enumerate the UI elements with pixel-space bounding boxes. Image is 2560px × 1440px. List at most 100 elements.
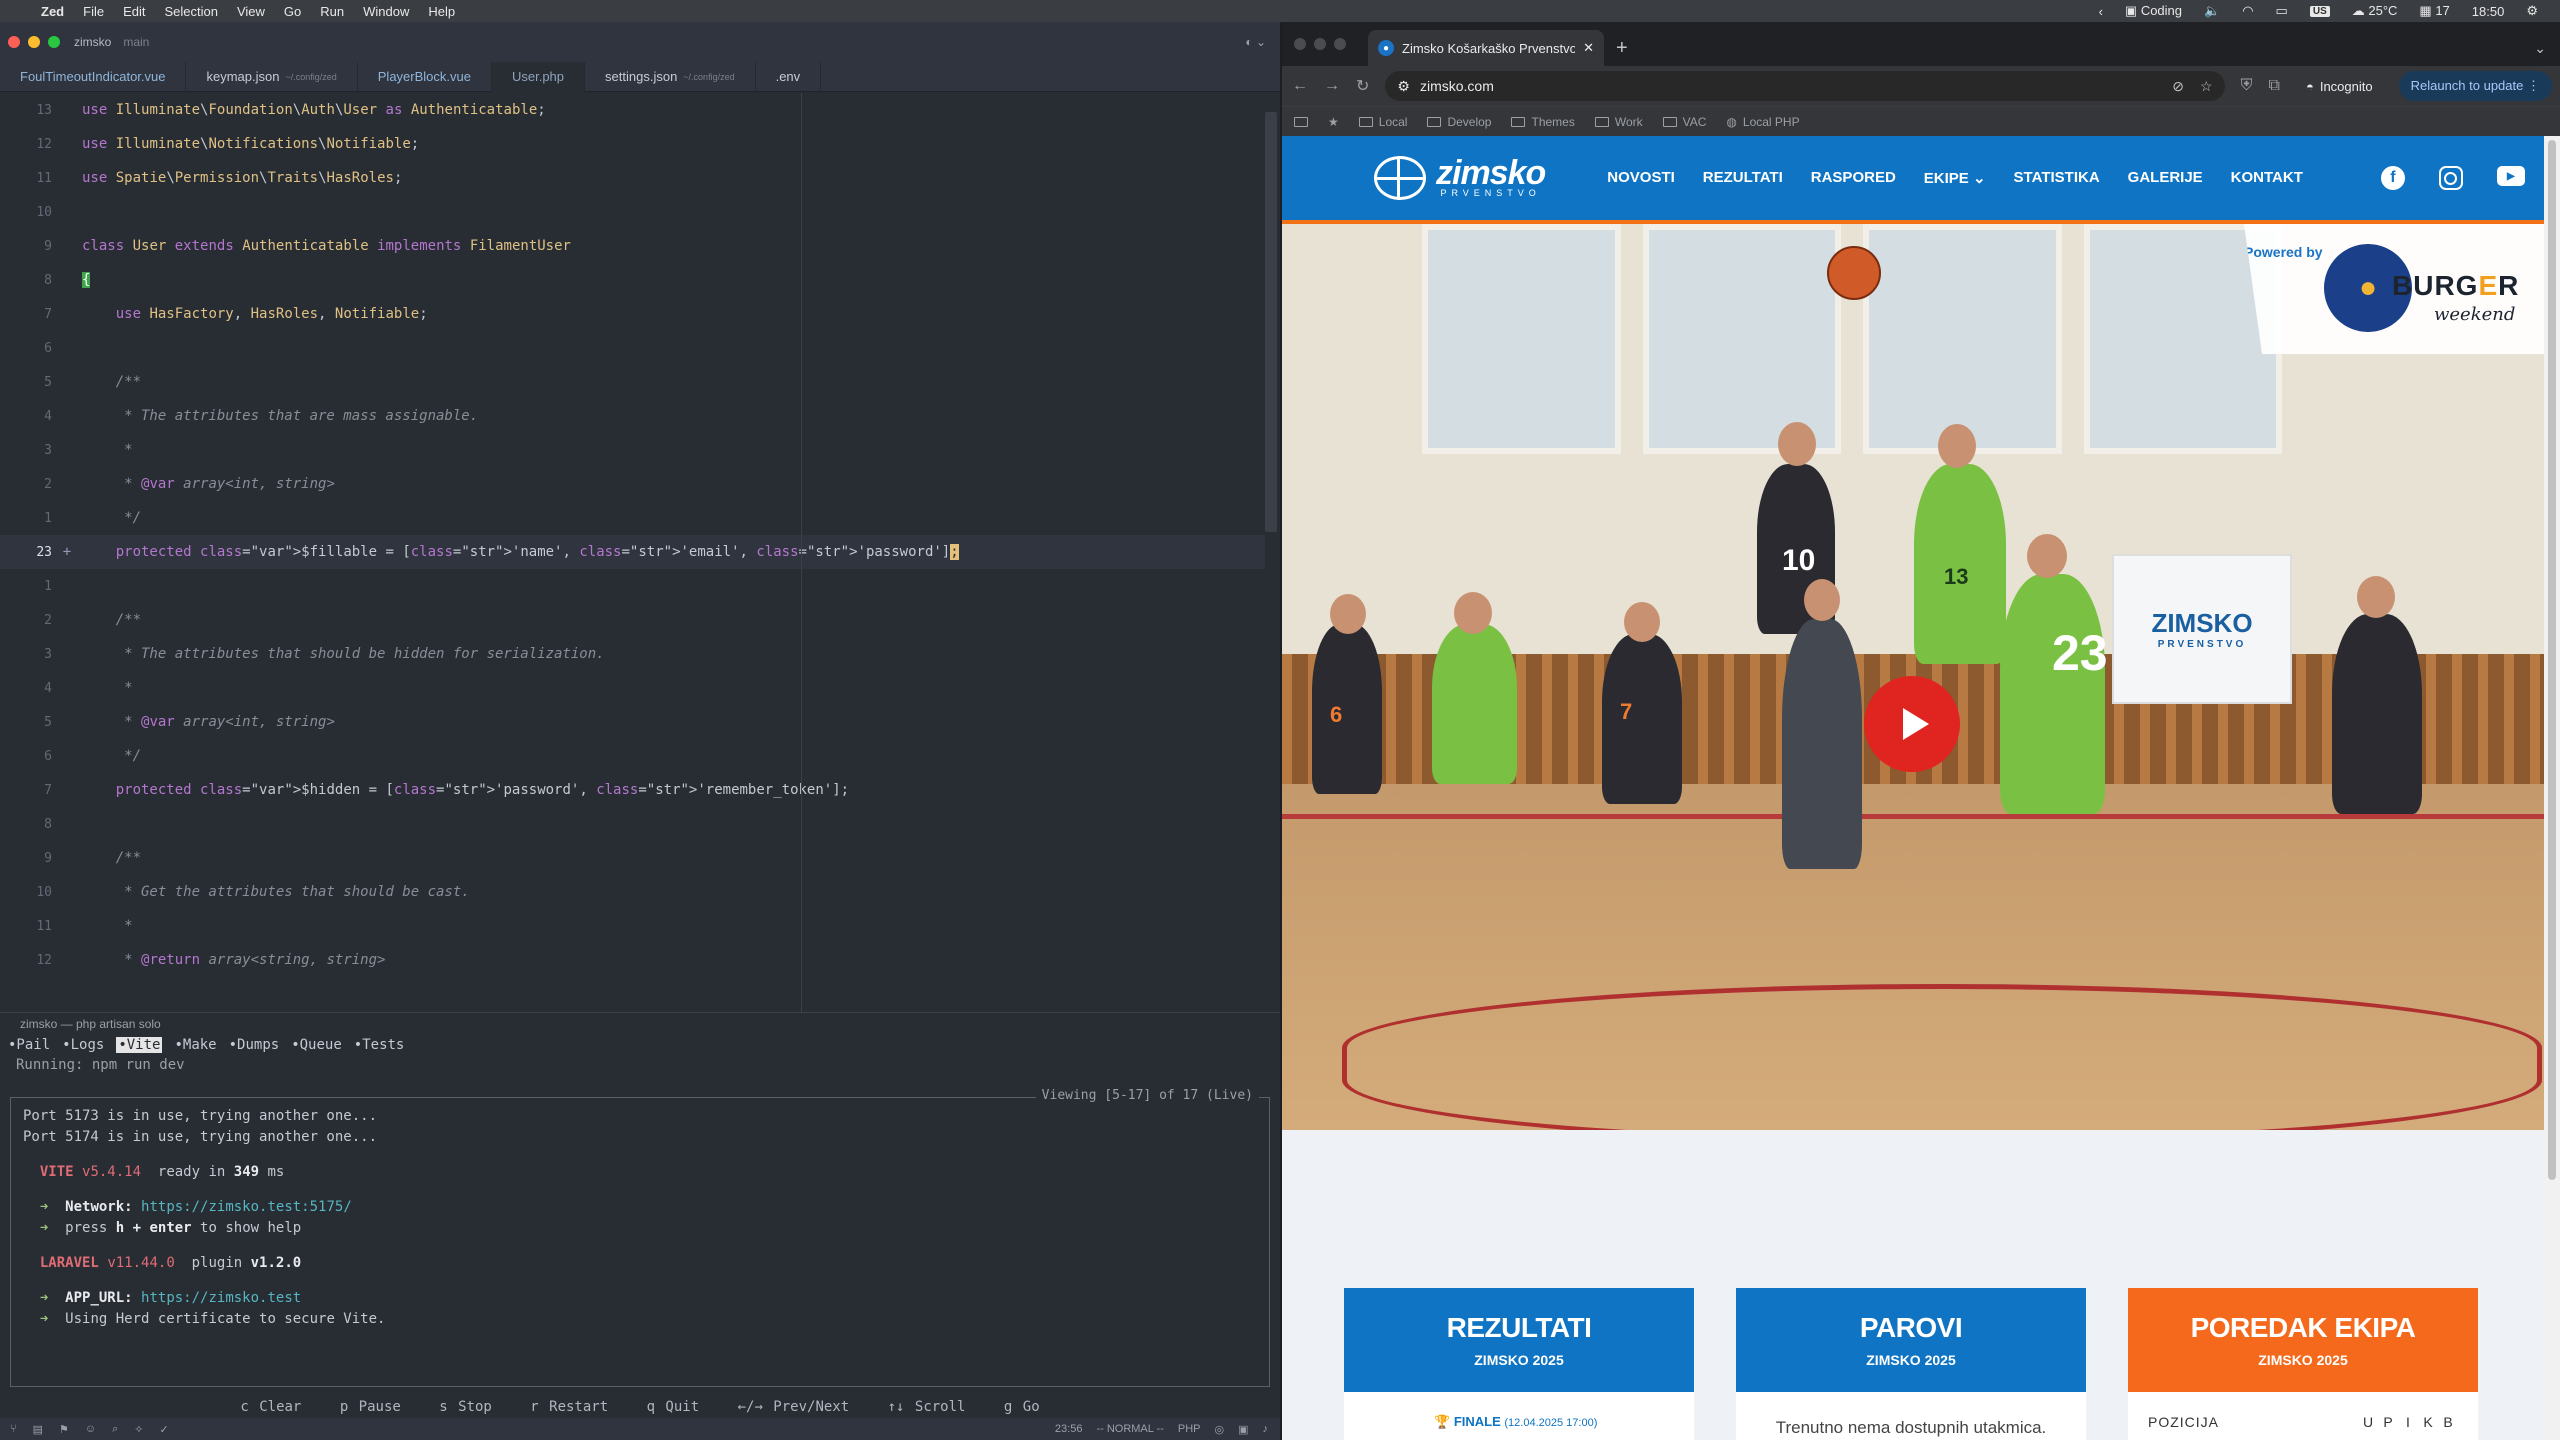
code-line[interactable]: 8 [0, 807, 1265, 841]
solo-tab-pail[interactable]: •Pail [8, 1037, 50, 1053]
final-match[interactable]: 🏆 FINALE (12.04.2025 17:00) [1364, 1414, 1674, 1430]
instagram-icon[interactable] [2438, 166, 2463, 190]
bookmark-develop[interactable]: Develop [1427, 115, 1491, 129]
solo-tab-dumps[interactable]: •Dumps [229, 1037, 280, 1053]
address-bar[interactable]: ⚙ zimsko.com ⊘ ☆ [1385, 71, 2225, 101]
tab-keymap[interactable]: keymap.json ~/.config/zed [186, 61, 358, 92]
line-number[interactable]: 8 [0, 817, 52, 832]
code-line[interactable]: 5 * @var array<int, string> [0, 705, 1265, 739]
code-line[interactable]: 11 * [0, 909, 1265, 943]
line-number[interactable]: 1 [0, 579, 52, 594]
tab-search-icon[interactable]: ⌄ [2534, 30, 2546, 66]
bookmark-vac[interactable]: VAC [1662, 115, 1706, 129]
line-number[interactable]: 6 [0, 749, 52, 764]
code-line[interactable]: 8{ [0, 263, 1265, 297]
close-window-button[interactable] [1294, 38, 1306, 50]
focus-mode-status[interactable]: ▣ Coding [2125, 3, 2182, 19]
volume-icon[interactable]: 🔈 [2204, 3, 2220, 19]
menu-edit[interactable]: Edit [123, 4, 145, 19]
line-number[interactable]: 1 [0, 511, 52, 526]
line-number[interactable]: 9 [0, 239, 52, 254]
cursor-position[interactable]: 23:56 [1055, 1423, 1083, 1435]
battery-icon[interactable]: ▭ [2276, 3, 2288, 19]
bookmark-star-icon[interactable]: ☆ [2200, 78, 2213, 95]
calendar-status[interactable]: ▦ 17 [2419, 3, 2449, 19]
input-source-badge[interactable]: US [2309, 5, 2330, 17]
site-info-icon[interactable]: ⚙ [1397, 78, 1410, 95]
language-selector[interactable]: PHP [1178, 1423, 1201, 1435]
code-line[interactable]: 4 * [0, 671, 1265, 705]
nav-rezultati[interactable]: REZULTATI [1703, 169, 1783, 187]
nav-novosti[interactable]: NOVOSTI [1607, 169, 1675, 187]
card-rezultati[interactable]: REZULTATI ZIMSKO 2025 🏆 FINALE (12.04.20… [1344, 1288, 1694, 1440]
nav-galerije[interactable]: GALERIJE [2128, 169, 2203, 187]
code-line[interactable]: 3 * [0, 433, 1265, 467]
appurl-link[interactable]: https://zimsko.test [141, 1290, 301, 1306]
play-video-button[interactable] [1864, 676, 1960, 772]
network-url[interactable]: https://zimsko.test:5175/ [141, 1199, 352, 1215]
star-icon[interactable]: ★ [1328, 115, 1339, 129]
bookmark-themes[interactable]: Themes [1511, 115, 1575, 129]
line-number[interactable]: 9 [0, 851, 52, 866]
code-line[interactable]: 1 [0, 569, 1265, 603]
minimize-window-button[interactable] [1314, 38, 1326, 50]
hotkey-pause[interactable]: p Pause [340, 1399, 401, 1415]
line-number[interactable]: 11 [0, 171, 52, 186]
bookmark-work[interactable]: Work [1594, 115, 1643, 129]
menu-window[interactable]: Window [363, 4, 409, 19]
code-line[interactable]: 10 * Get the attributes that should be c… [0, 875, 1265, 909]
code-line[interactable]: 12 * @return array<string, string> [0, 943, 1265, 977]
hotkey-stop[interactable]: s Stop [439, 1399, 492, 1415]
zoom-window-button[interactable] [1334, 38, 1346, 50]
copilot-icon[interactable]: ◎ [1214, 1423, 1224, 1436]
browser-tab[interactable]: ● Zimsko Košarkaško Prvenstvo ✕ [1368, 30, 1604, 66]
chevron-left-icon[interactable]: ‹ [2099, 4, 2103, 19]
relaunch-button[interactable]: Relaunch to update ⋮ [2398, 71, 2552, 101]
user-avatar-icon[interactable]: ◐ ⌄ [1245, 35, 1266, 49]
code-line[interactable]: 9 /** [0, 841, 1265, 875]
nav-raspored[interactable]: RASPORED [1811, 169, 1896, 187]
hotkey-clear[interactable]: c Clear [240, 1399, 301, 1415]
line-number[interactable]: 10 [0, 205, 52, 220]
code-line[interactable]: 11 use Spatie\Permission\Traits\HasRoles; [0, 161, 1265, 195]
code-line[interactable]: 3 * The attributes that should be hidden… [0, 637, 1265, 671]
code-line[interactable]: 1 */ [0, 501, 1265, 535]
clock[interactable]: 18:50 [2472, 4, 2505, 19]
tab-settings[interactable]: settings.json ~/.config/zed [585, 61, 756, 92]
line-number[interactable]: 8 [0, 273, 52, 288]
line-number[interactable]: 3 [0, 647, 52, 662]
assistant-icon[interactable]: ✧ [134, 1423, 143, 1436]
menu-go[interactable]: Go [284, 4, 301, 19]
hotkey-scroll[interactable]: ↑↓ Scroll [888, 1399, 966, 1415]
nav-statistika[interactable]: STATISTIKA [2014, 169, 2100, 187]
wifi-icon[interactable]: ◠ [2242, 3, 2253, 19]
line-number[interactable]: 3 [0, 443, 52, 458]
terminal-panel[interactable]: zimsko — php artisan solo •Pail •Logs •V… [0, 1012, 1280, 1440]
solo-tab-tests[interactable]: •Tests [354, 1037, 405, 1053]
code-line[interactable]: 7 protected class="var">$hidden = [class… [0, 773, 1265, 807]
line-number[interactable]: 12 [0, 137, 52, 152]
youtube-icon[interactable]: ▶ [2496, 166, 2525, 186]
search-icon[interactable]: ⌕ [112, 1423, 118, 1436]
tab-playerblock[interactable]: PlayerBlock.vue [358, 61, 492, 92]
close-tab-icon[interactable]: ✕ [1583, 40, 1594, 56]
project-name[interactable]: zimsko [74, 35, 111, 49]
diagnostics-icon[interactable]: ⚑ [59, 1423, 69, 1436]
card-parovi[interactable]: PAROVI ZIMSKO 2025 Trenutno nema dostupn… [1736, 1288, 2086, 1440]
url-text[interactable]: zimsko.com [1420, 78, 2162, 94]
code-line[interactable]: 9 class User extends Authenticatable impl… [0, 229, 1265, 263]
code-line[interactable]: 2 * @var array<int, string> [0, 467, 1265, 501]
menu-run[interactable]: Run [320, 4, 344, 19]
bell-icon[interactable]: ♪ [1263, 1423, 1269, 1435]
solo-tab-logs[interactable]: •Logs [62, 1037, 104, 1053]
menu-selection[interactable]: Selection [164, 4, 217, 19]
hotkey-prev-next[interactable]: ←/→ Prev/Next [738, 1399, 850, 1415]
forward-icon[interactable]: → [1324, 77, 1340, 95]
tab-foultimeoutindicator[interactable]: FoulTimeoutIndicator.vue [0, 61, 187, 92]
line-number[interactable]: 5 [0, 715, 52, 730]
bookmark-local-php[interactable]: ◍ Local PHP [1726, 115, 1799, 129]
nav-ekipe[interactable]: EKIPE ⌄ [1924, 169, 1986, 187]
code-line[interactable]: 6 [0, 331, 1265, 365]
hotkey-go[interactable]: g Go [1004, 1399, 1040, 1415]
line-number[interactable]: 2 [0, 613, 52, 628]
